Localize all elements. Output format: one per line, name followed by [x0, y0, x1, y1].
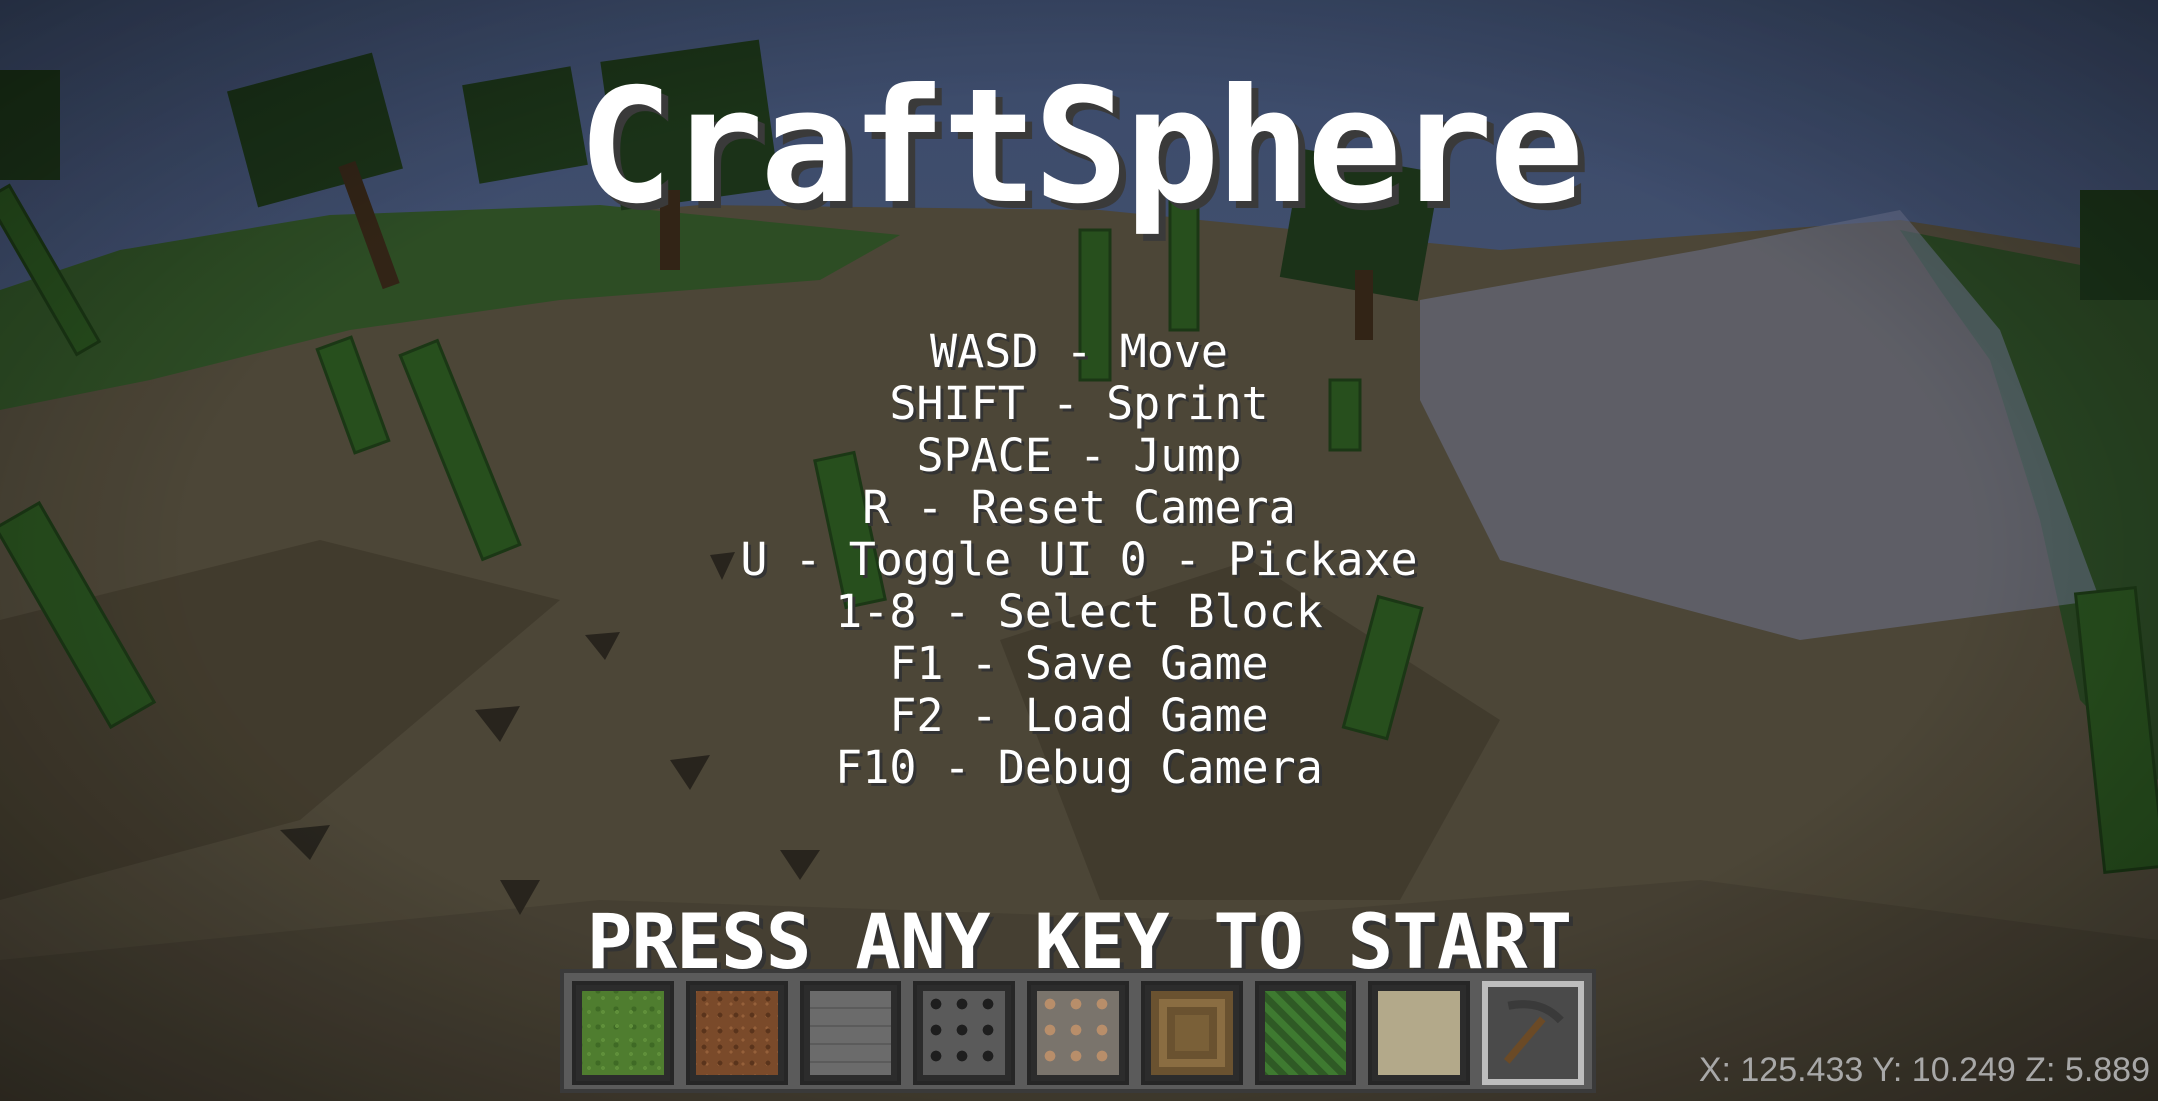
control-line: F1 - Save Game [889, 637, 1269, 690]
control-line: SHIFT - Sprint [889, 377, 1269, 430]
hotbar-slot-wood-planks[interactable] [1140, 981, 1243, 1085]
control-line: 1-8 - Select Block [835, 585, 1323, 638]
control-line: WASD - Move [929, 325, 1228, 378]
hotbar-slot-leaves[interactable] [1254, 981, 1357, 1085]
hotbar-slot-sand[interactable] [1368, 981, 1471, 1085]
hotbar-slot-dirt[interactable] [685, 981, 788, 1085]
control-line: SPACE - Jump [916, 429, 1242, 482]
iron-ore-block-icon [1037, 991, 1119, 1075]
hotbar [560, 969, 1596, 1093]
coal-ore-block-icon [923, 991, 1006, 1075]
controls-list: WASD - Move SHIFT - Sprint SPACE - Jump … [0, 326, 2158, 794]
game-title: CraftSphere [577, 55, 1584, 239]
dirt-block-icon [695, 991, 778, 1075]
control-line: U - Toggle UI 0 - Pickaxe [740, 533, 1418, 586]
grass-block-icon [582, 991, 664, 1075]
stone-block-icon [809, 991, 892, 1075]
hotbar-slot-coal-ore[interactable] [913, 981, 1016, 1085]
hotbar-slot-stone[interactable] [799, 981, 902, 1085]
sand-block-icon [1378, 991, 1461, 1075]
hotbar-slot-iron-ore[interactable] [1027, 981, 1129, 1085]
control-line: F2 - Load Game [889, 689, 1269, 742]
control-line: R - Reset Camera [862, 481, 1296, 534]
wood-block-icon [1150, 991, 1233, 1075]
leaves-block-icon [1264, 991, 1347, 1075]
hotbar-slot-grass[interactable] [572, 981, 674, 1085]
control-line: F10 - Debug Camera [835, 741, 1323, 794]
debug-coordinates: X: 125.433 Y: 10.249 Z: 5.889 [1698, 1051, 2150, 1089]
hotbar-slot-pickaxe[interactable] [1482, 981, 1584, 1085]
pickaxe-icon [1504, 1000, 1564, 1064]
